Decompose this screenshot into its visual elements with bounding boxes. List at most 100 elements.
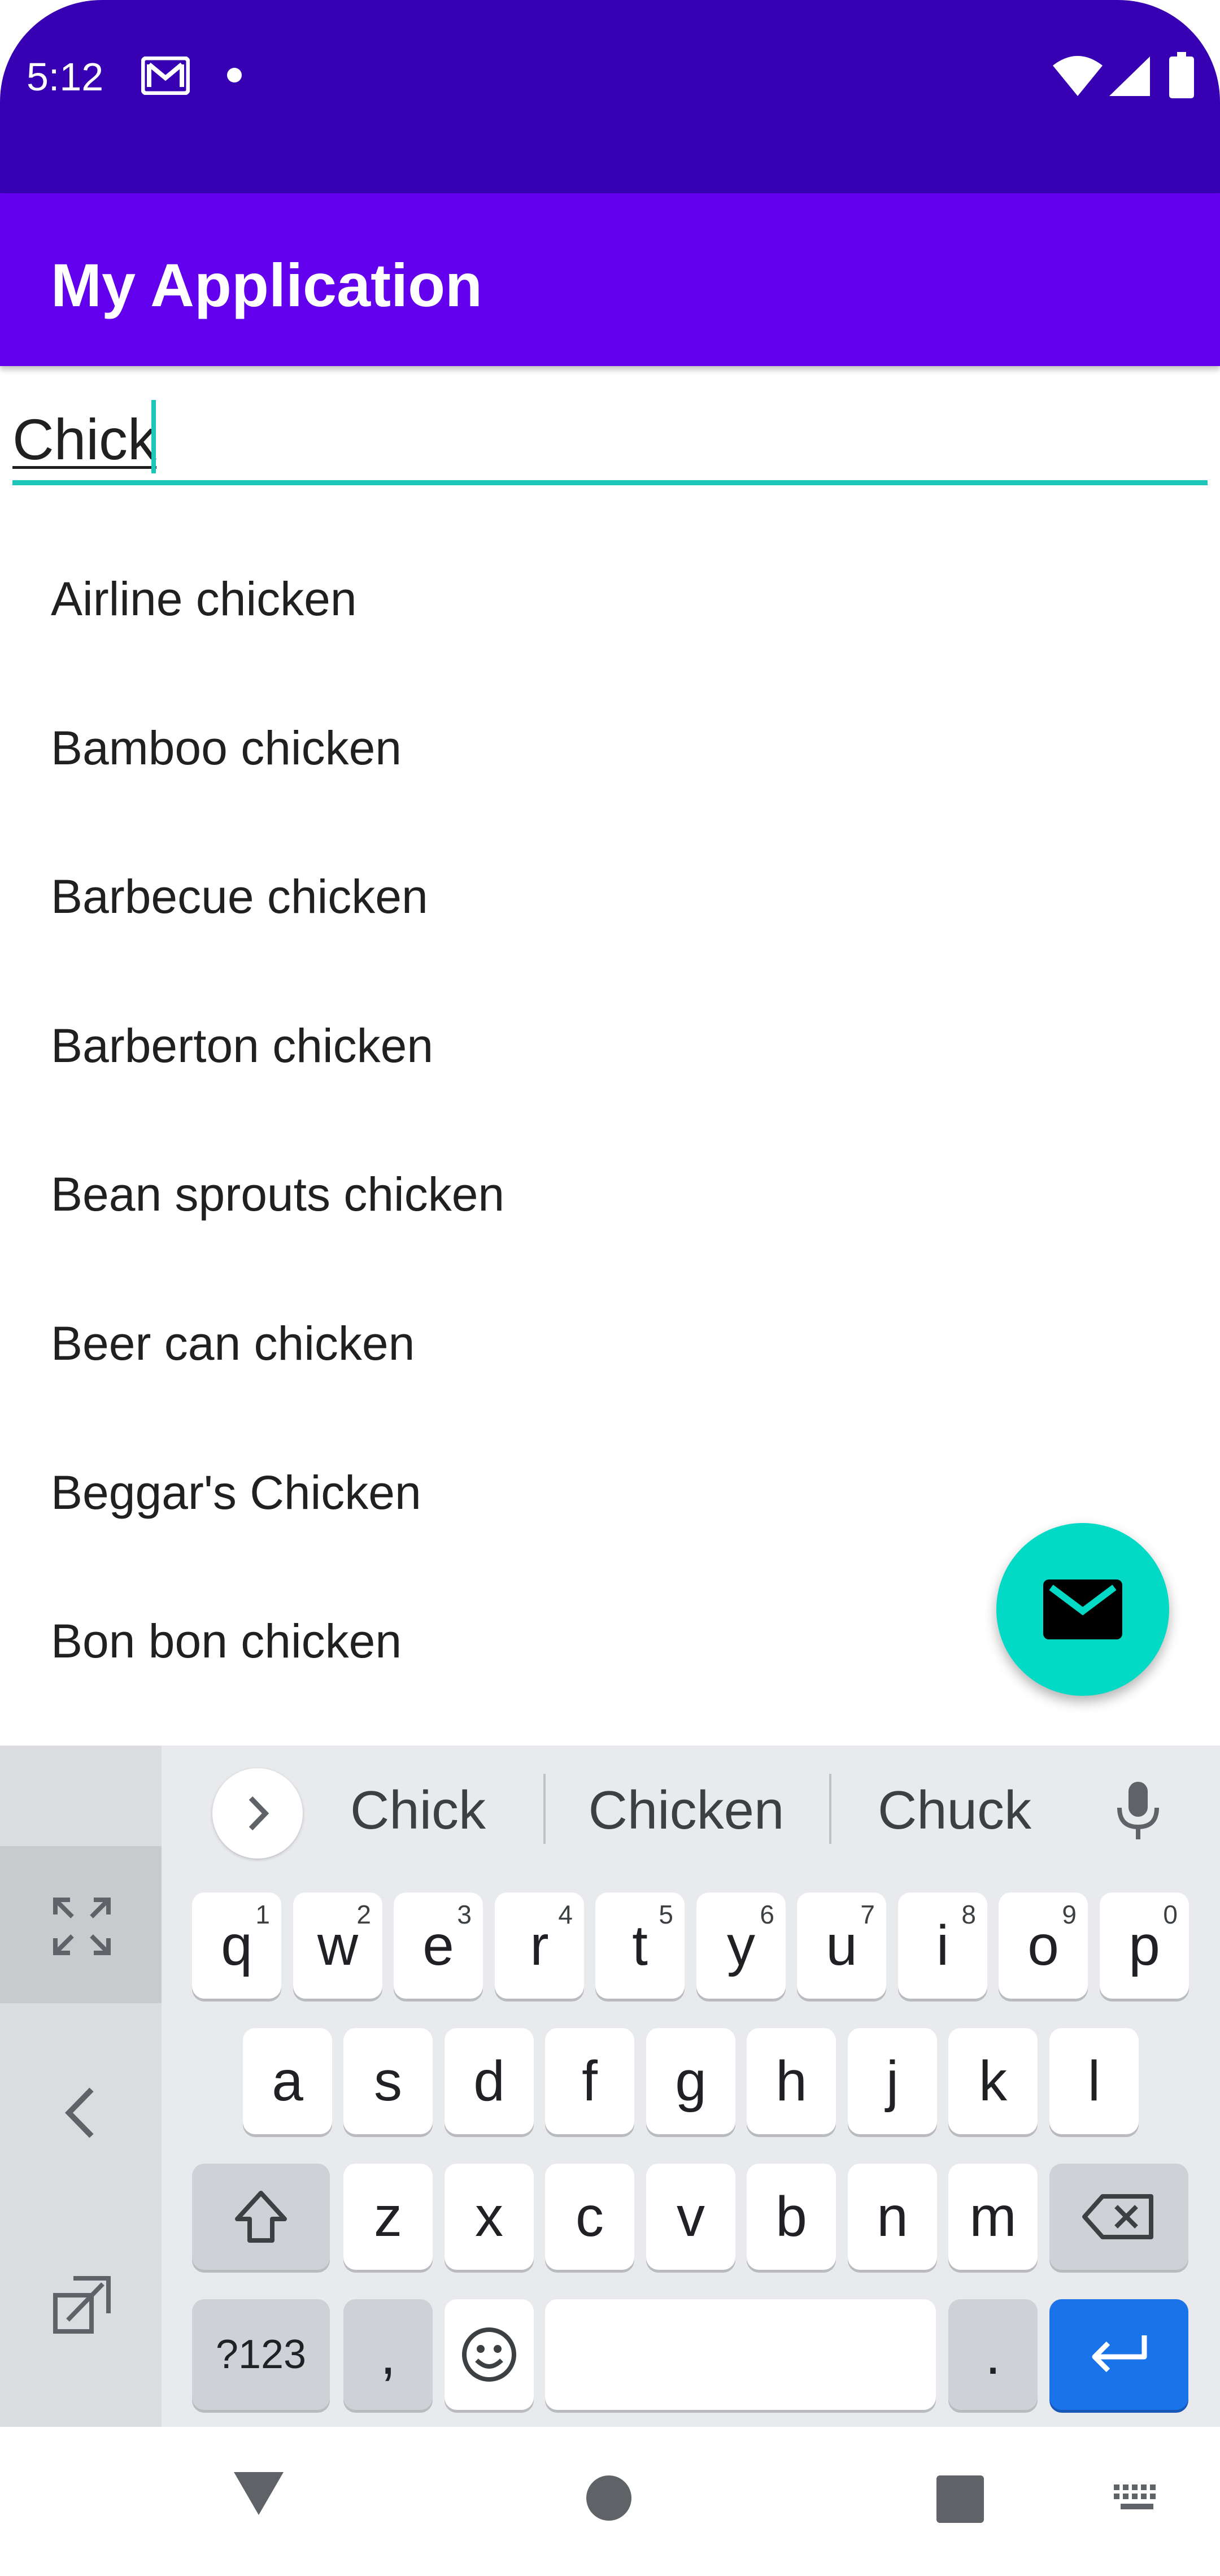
key-label: c	[576, 2185, 604, 2248]
email-icon	[1043, 1579, 1122, 1639]
battery-icon	[1169, 52, 1194, 98]
suggestion-chip[interactable]: Chick	[333, 1779, 503, 1842]
list-item[interactable]: Barbecue chicken	[51, 840, 428, 953]
key-m[interactable]: m	[948, 2164, 1038, 2270]
floating-keyboard-icon[interactable]	[51, 2274, 113, 2336]
key-d[interactable]: d	[445, 2028, 534, 2134]
enter-key[interactable]	[1049, 2299, 1188, 2410]
fullscreen-icon[interactable]	[51, 1895, 113, 1957]
key-z[interactable]: z	[343, 2164, 433, 2270]
key-x[interactable]: x	[445, 2164, 534, 2270]
key-label: h	[775, 2050, 807, 2113]
space-key[interactable]	[545, 2299, 936, 2410]
text-cursor	[151, 400, 156, 473]
key-v[interactable]: v	[646, 2164, 735, 2270]
key-label: x	[475, 2185, 503, 2248]
shift-icon	[235, 2191, 287, 2243]
key-label: d	[473, 2050, 505, 2113]
key-c[interactable]: c	[545, 2164, 634, 2270]
shift-key[interactable]	[192, 2164, 330, 2270]
key-label: b	[775, 2185, 807, 2248]
recents-square-icon[interactable]	[936, 2475, 984, 2523]
key-hint: 9	[1062, 1900, 1077, 1929]
key-i[interactable]: i8	[898, 1892, 987, 1999]
key-g[interactable]: g	[646, 2028, 735, 2134]
list-item[interactable]: Bean sprouts chicken	[51, 1138, 504, 1251]
expand-suggestions-button[interactable]	[212, 1768, 303, 1859]
comma-key[interactable]: ,	[343, 2299, 433, 2410]
key-label: z	[374, 2185, 402, 2248]
status-bar	[0, 0, 1220, 193]
app-title: My Application	[51, 251, 483, 319]
key-e[interactable]: e3	[394, 1892, 483, 1999]
key-hint: 0	[1163, 1900, 1178, 1929]
search-input-underline	[12, 480, 1208, 485]
wifi-icon	[1053, 56, 1103, 96]
key-j[interactable]: j	[848, 2028, 937, 2134]
suggestion-chip[interactable]: Chuck	[864, 1779, 1045, 1842]
search-input-value: Chick	[12, 407, 157, 472]
email-fab-button[interactable]	[996, 1523, 1169, 1696]
search-input[interactable]: Chick	[12, 390, 1208, 486]
symbols-key[interactable]: ?123	[192, 2299, 330, 2410]
key-hint: 7	[860, 1900, 875, 1929]
key-t[interactable]: t5	[595, 1892, 685, 1999]
key-label: .	[985, 2323, 1001, 2386]
key-label: m	[969, 2185, 1017, 2248]
key-label: k	[979, 2050, 1007, 2113]
key-label: v	[677, 2185, 705, 2248]
key-o[interactable]: o9	[999, 1892, 1088, 1999]
key-label: ,	[380, 2323, 396, 2386]
key-u[interactable]: u7	[797, 1892, 886, 1999]
key-hint: 4	[558, 1900, 573, 1929]
key-n[interactable]: n	[848, 2164, 937, 2270]
key-label: a	[272, 2050, 303, 2113]
back-triangle-icon[interactable]	[232, 2470, 286, 2517]
suggestion-chip[interactable]: Chicken	[576, 1779, 796, 1842]
key-k[interactable]: k	[948, 2028, 1038, 2134]
key-w[interactable]: w2	[293, 1892, 382, 1999]
key-s[interactable]: s	[343, 2028, 433, 2134]
emoji-key[interactable]	[445, 2299, 534, 2410]
key-h[interactable]: h	[747, 2028, 836, 2134]
chevron-left-icon[interactable]	[51, 2082, 113, 2144]
key-l[interactable]: l	[1049, 2028, 1139, 2134]
key-hint: 5	[659, 1900, 673, 1929]
key-label: j	[886, 2050, 899, 2113]
key-y[interactable]: y6	[696, 1892, 786, 1999]
home-circle-icon[interactable]	[585, 2474, 633, 2522]
key-label: f	[582, 2050, 598, 2113]
list-item[interactable]: Barberton chicken	[51, 989, 433, 1102]
mail-icon	[141, 56, 190, 95]
key-p[interactable]: p0	[1100, 1892, 1189, 1999]
enter-icon	[1092, 2335, 1147, 2373]
emoji-icon	[462, 2327, 516, 2382]
signal-icon	[1109, 56, 1150, 96]
period-key[interactable]: .	[948, 2299, 1038, 2410]
suggestion-divider	[829, 1774, 831, 1844]
list-item[interactable]: Bon bon chicken	[51, 1585, 402, 1698]
microphone-icon[interactable]	[1113, 1779, 1164, 1842]
backspace-key[interactable]	[1049, 2164, 1188, 2270]
notification-dot-icon	[227, 68, 242, 82]
list-item[interactable]: Bamboo chicken	[51, 691, 402, 804]
key-label: s	[374, 2050, 402, 2113]
key-r[interactable]: r4	[495, 1892, 584, 1999]
key-hint: 3	[457, 1900, 472, 1929]
backspace-icon	[1082, 2194, 1153, 2239]
key-label: g	[675, 2050, 707, 2113]
key-q[interactable]: q1	[192, 1892, 281, 1999]
key-hint: 6	[760, 1900, 774, 1929]
list-item[interactable]: Airline chicken	[51, 542, 357, 655]
key-hint: 8	[961, 1900, 976, 1929]
key-a[interactable]: a	[243, 2028, 332, 2134]
key-b[interactable]: b	[747, 2164, 836, 2270]
keyboard-switch-icon[interactable]	[1113, 2483, 1161, 2515]
key-hint: 1	[255, 1900, 270, 1929]
key-label: l	[1087, 2050, 1101, 2113]
key-label: ?123	[215, 2332, 307, 2377]
key-label: n	[877, 2185, 908, 2248]
list-item[interactable]: Beer can chicken	[51, 1287, 415, 1400]
list-item[interactable]: Beggar's Chicken	[51, 1436, 421, 1549]
key-f[interactable]: f	[545, 2028, 634, 2134]
